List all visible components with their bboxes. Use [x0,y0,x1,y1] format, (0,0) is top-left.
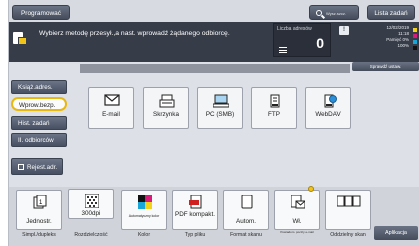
program-button[interactable]: Programować [12,5,70,20]
resolution-caption: Rozdzielczość [74,232,108,238]
webdav-icon [324,94,337,108]
separate-scan-setting[interactable] [325,190,371,230]
search-button[interactable]: Wysz.szcz. [309,5,359,20]
color-icon [138,195,152,209]
settings-bar: 1 Jednostr. Simpl./dupleks 300dpi Rozdzi… [9,187,419,246]
scan-size-value: Autom. [236,218,256,225]
file-type-value: PDF kompakt. [175,211,215,218]
pc-smb-tile[interactable]: PC (SMB) [197,87,243,129]
pc-icon [213,94,229,108]
box-tile[interactable]: Skrzynka [143,87,189,129]
apply-button[interactable]: Aplikacja [374,226,418,240]
destination-info-icon [13,32,27,45]
ftp-label: FTP [268,111,280,118]
toner-yellow-icon [413,28,417,32]
job-list-button[interactable]: Lista zadań [367,5,415,20]
file-type-setting[interactable]: PDF kompakt. [172,190,218,230]
ftp-icon [270,94,280,108]
toner-level: 100% [397,43,409,48]
nav-job-history[interactable]: Hist. zadań [11,116,67,130]
address-count: 0 [316,35,324,51]
email-label: E-mail [102,111,120,118]
file-type-caption: Typ pliku [184,232,206,238]
register-address-button[interactable]: Rejest.adr. [11,158,63,175]
separate-scan-caption: Oddzielny skan [330,232,366,238]
separate-scan-icon [337,195,361,207]
box-label: Skrzynka [153,111,179,118]
email-tile[interactable]: E-mail [88,87,134,129]
instruction-message: Wybierz metodę przesył.,a nast. wprowadź… [39,30,230,37]
color-value: Automatyczny kolor [128,214,160,218]
register-label: Rejest.adr. [27,164,58,171]
check-settings-button[interactable]: Sprawdź ustaw. [352,62,419,71]
nav-recipients[interactable]: II. odbiorców [11,133,67,147]
webdav-tile[interactable]: WebDAV [305,87,351,129]
destination-strip [80,64,350,73]
message-panel: Wybierz metodę przesył.,a nast. wprowadź… [9,22,419,62]
status-panel: 12/02/2019 11:18 Pamięć 0% 100% [357,25,419,57]
list-icon [279,47,287,53]
memory-label: Pamięć [386,37,402,42]
scan-size-icon [241,195,253,209]
box-icon [159,94,175,108]
search-icon [316,10,322,17]
email-notify-setting[interactable]: Wł. [274,190,320,230]
address-count-label: Liczba adresów [277,26,312,32]
duplex-icon: 1 [33,195,47,209]
color-caption: Kolor [137,232,151,238]
email-notify-icon [291,195,305,209]
top-bar: Programować Wysz.szcz. Lista zadań [9,0,419,22]
scan-send-screen: Programować Wysz.szcz. Lista zadań Wybie… [8,0,419,246]
address-count-box[interactable]: Liczba adresów 0 [273,23,331,57]
info-icon[interactable]: ! [339,26,349,35]
pc-smb-label: PC (SMB) [205,111,235,118]
resolution-value: 300dpi [81,210,101,217]
search-label: Wysz.szcz. [326,11,346,16]
email-notify-caption: Powiadom. poczty e-mail [280,230,314,234]
ftp-tile[interactable]: FTP [251,87,297,129]
nav-address-book[interactable]: Książ.adres. [11,80,67,94]
setting-changed-indicator [308,186,314,192]
duplex-value: Jednostr. [26,218,52,225]
register-icon [18,164,24,171]
duplex-caption: Simpl./dupleks [22,232,56,238]
scan-size-caption: Format skanu [230,232,262,238]
color-setting[interactable]: Automatyczny kolor [121,190,167,230]
nav-direct-input[interactable]: Wprow.bezp. [11,97,67,111]
scan-size-setting[interactable]: Autom. [223,190,269,230]
resolution-setting[interactable]: 300dpi [68,189,114,219]
file-type-icon [189,195,202,209]
email-icon [104,94,120,106]
email-notify-value: Wł. [292,218,302,225]
toner-cyan-icon [413,40,417,44]
resolution-icon [85,194,99,208]
toner-black-icon [413,46,417,50]
toner-magenta-icon [413,34,417,38]
memory-value: 0% [402,37,409,42]
webdav-label: WebDAV [315,111,341,118]
duplex-setting[interactable]: 1 Jednostr. [16,190,62,230]
